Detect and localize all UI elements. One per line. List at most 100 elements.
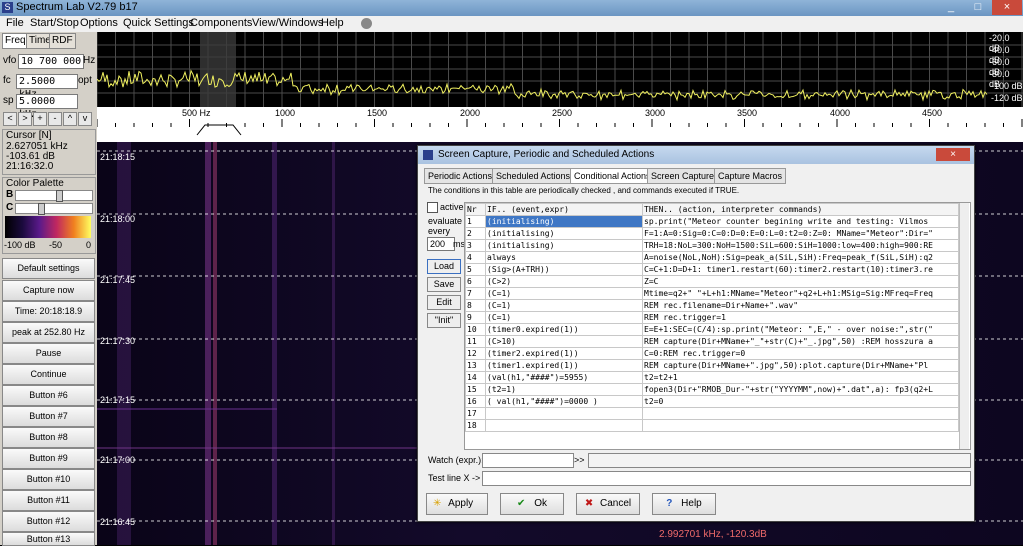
ok-button[interactable]: ✔ Ok [500,493,564,515]
cell-nr[interactable]: 17 [465,407,486,420]
table-row[interactable]: 2 (initialising) F=1:A=0:Sig=0:C=0:D=0:E=0… [465,227,959,240]
cell-nr[interactable]: 4 [465,251,486,264]
zoom-out-button[interactable]: - [48,112,62,126]
cell-nr[interactable]: 15 [465,383,486,396]
cell-then[interactable]: REM rec.filename=Dir+Name+".wav" [642,299,959,312]
cell-nr[interactable]: 6 [465,275,486,288]
cell-nr[interactable]: 2 [465,227,486,240]
table-row[interactable]: 5 (Sig>(A+TRH)) C=C+1:D=D+1: timer1.restar… [465,263,959,276]
cell-nr[interactable]: 18 [465,419,486,432]
button-8[interactable]: Button #8 [2,427,95,448]
cell-then[interactable]: TRH=18:NoL=300:NoH=1500:SiL=600:SiH=1000… [642,239,959,252]
cell-then[interactable]: F=1:A=0:Sig=0:C=0:D=0:E=0:L=0:t2=0:Z=0: … [642,227,959,240]
contrast-slider[interactable] [15,203,93,215]
minimize-button[interactable]: _ [938,0,964,15]
watch-input[interactable] [482,453,574,468]
contrast-slider-thumb[interactable] [38,203,45,215]
cell-nr[interactable]: 5 [465,263,486,276]
frequency-scale[interactable]: 500 Hz 1000 1500 2000 2500 3000 3500 400… [97,107,1023,142]
cell-if[interactable]: (timer0.expired(1)) [485,323,643,336]
cell-then[interactable] [642,407,959,420]
table-row[interactable]: 17 [465,407,959,420]
cell-then[interactable]: REM rec.trigger=1 [642,311,959,324]
cell-if[interactable]: always [485,251,643,264]
active-checkbox[interactable] [427,202,438,213]
cell-if[interactable]: (C>10) [485,335,643,348]
fc-input[interactable]: 2.5000 kHz [16,74,78,100]
table-row[interactable]: 3 (initialising) TRH=18:NoL=300:NoH=1500:S… [465,239,959,252]
button-11[interactable]: Button #11 [2,490,95,511]
cancel-button[interactable]: ✖ Cancel [576,493,640,515]
menu-options[interactable]: Options [80,17,118,29]
cell-if[interactable]: (C>2) [485,275,643,288]
table-row[interactable]: 6 (C>2) Z=C [465,275,959,288]
table-row[interactable]: 15 (t2=1) fopen3(Dir+"RMOB_Dur-"+str("YYYY… [465,383,959,396]
menu-start-stop[interactable]: Start/Stop [30,17,79,29]
table-row[interactable]: 4 always A=noise(NoL,NoH):Sig=peak_a(SiL,S… [465,251,959,264]
menu-components[interactable]: Components [190,17,252,29]
time-button[interactable]: Time: 20:18:18.9 [2,301,95,322]
tab-capture-macros[interactable]: Capture Macros [714,168,787,184]
help-button[interactable]: ? Help [652,493,716,515]
table-row[interactable]: 14 (val(h1,"####")=5955) t2=t2+1 [465,371,959,384]
testline-input[interactable] [482,471,971,486]
up-button[interactable]: ^ [63,112,77,126]
tab-freq[interactable]: Freq [2,33,29,49]
step-right-button[interactable]: > [18,112,32,126]
cell-then[interactable]: Mtime=q2+" "+L+h1:MName="Meteor"+q2+L+h1… [642,287,959,300]
edit-button[interactable]: Edit [427,295,461,310]
cell-then[interactable]: t2=t2+1 [642,371,959,384]
cell-then[interactable]: A=noise(NoL,NoH):Sig=peak_a(SiL,SiH):Fre… [642,251,959,264]
table-row[interactable]: 10 (timer0.expired(1)) E=E+1:SEC=(C/4):sp.… [465,323,959,336]
cell-then[interactable] [642,419,959,432]
conditions-table[interactable]: Nr IF.. (event,expr) THEN.. (action, int… [464,202,971,450]
default-settings-button[interactable]: Default settings [2,258,95,279]
interval-input[interactable]: 200 [427,237,455,251]
button-13[interactable]: Button #13 [2,532,95,546]
brightness-slider-thumb[interactable] [56,190,63,202]
cell-then[interactable]: C=0:REM rec.trigger=0 [642,347,959,360]
table-row[interactable]: 18 [465,419,959,432]
button-12[interactable]: Button #12 [2,511,95,532]
maximize-button[interactable]: □ [965,0,991,15]
table-row[interactable]: 16( val(h1,"####")=0000 ) t2=0 [465,395,959,408]
cell-nr[interactable]: 7 [465,287,486,300]
pause-button[interactable]: Pause [2,343,95,364]
cell-then[interactable]: REM capture(Dir+MName+"_"+str(C)+"_.jpg"… [642,335,959,348]
cell-if[interactable] [485,419,643,432]
cell-then[interactable]: REM capture(Dir+MName+".jpg",50):plot.ca… [642,359,959,372]
cell-then[interactable]: Z=C [642,275,959,288]
cell-then[interactable]: t2=0 [642,395,959,408]
cell-nr[interactable]: 9 [465,311,486,324]
button-7[interactable]: Button #7 [2,406,95,427]
spectrum-display[interactable]: -20.0 dB -40.0 dB -60.0 dB -80.0 dB -100… [97,32,1023,107]
cell-if[interactable]: (timer2.expired(1)) [485,347,643,360]
cell-nr[interactable]: 1 [465,215,486,228]
table-row[interactable]: 8 (C=1) REM rec.filename=Dir+Name+".wav" [465,299,959,312]
tab-conditional-actions[interactable]: Conditional Actions [570,168,655,184]
tab-scheduled-actions[interactable]: Scheduled Actions [492,168,575,184]
cell-nr[interactable]: 10 [465,323,486,336]
button-10[interactable]: Button #10 [2,469,95,490]
table-row[interactable]: 1 (initialising) sp.print("Meteor counter … [465,215,959,228]
cell-then[interactable]: C=C+1:D=D+1: timer1.restart(60):timer2.r… [642,263,959,276]
cell-if[interactable]: (t2=1) [485,383,643,396]
cell-nr[interactable]: 11 [465,335,486,348]
cell-if[interactable]: ( val(h1,"####")=0000 ) [485,395,643,408]
tab-rdf[interactable]: RDF [49,33,76,49]
cell-if[interactable]: (C=1) [485,287,643,300]
cell-if[interactable]: (initialising) [485,227,643,240]
cell-nr[interactable]: 14 [465,371,486,384]
zoom-in-button[interactable]: + [33,112,47,126]
capture-now-button[interactable]: Capture now [2,280,95,301]
table-row[interactable]: 9 (C=1) REM rec.trigger=1 [465,311,959,324]
cell-if[interactable]: (val(h1,"####")=5955) [485,371,643,384]
dialog-close-button[interactable]: × [936,148,970,161]
cell-nr[interactable]: 3 [465,239,486,252]
down-button[interactable]: v [78,112,92,126]
menu-quick-settings[interactable]: Quick Settings [123,17,194,29]
table-row[interactable]: 13 (timer1.expired(1)) REM capture(Dir+MNa… [465,359,959,372]
cell-nr[interactable]: 12 [465,347,486,360]
save-button[interactable]: Save [427,277,461,292]
table-row[interactable]: 12 (timer2.expired(1)) C=0:REM rec.trigger… [465,347,959,360]
